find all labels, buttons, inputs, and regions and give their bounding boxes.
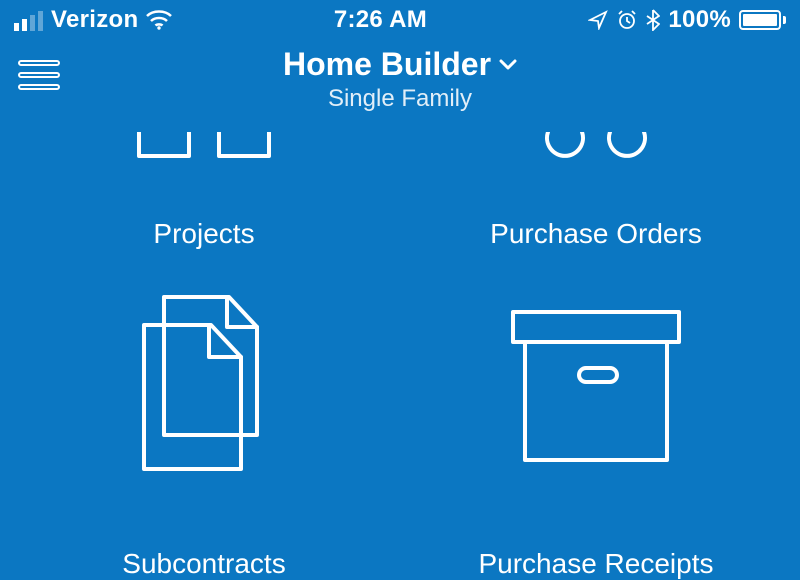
- battery-icon: [739, 10, 786, 30]
- project-selector[interactable]: Home Builder: [283, 46, 517, 83]
- location-icon: [588, 10, 608, 30]
- chevron-down-icon: [499, 59, 517, 71]
- tile-purchase-receipts[interactable]: Purchase Receipts: [400, 250, 792, 580]
- wifi-icon: [146, 10, 172, 30]
- bluetooth-icon: [646, 9, 660, 31]
- tile-projects[interactable]: Projects: [8, 130, 400, 250]
- project-subtitle: Single Family: [60, 85, 740, 113]
- carrier-label: Verizon: [51, 6, 138, 34]
- tile-purchase-orders[interactable]: Purchase Orders: [400, 130, 792, 250]
- home-grid: Projects Purchase Orders Subcontracts: [0, 130, 800, 580]
- tile-label: Projects: [153, 218, 254, 250]
- handcuffs-icon: [400, 130, 792, 204]
- clock-label: 7:26 AM: [172, 6, 588, 34]
- app-title: Home Builder: [283, 46, 491, 83]
- archive-box-icon: [400, 250, 792, 520]
- documents-icon: [8, 250, 400, 520]
- status-bar: Verizon 7:26 AM 100%: [0, 0, 800, 40]
- battery-pct-label: 100%: [668, 6, 731, 34]
- tile-label: Purchase Receipts: [478, 548, 713, 580]
- folder-icon: [8, 130, 400, 204]
- tile-subcontracts[interactable]: Subcontracts: [8, 250, 400, 580]
- cell-signal-icon: [14, 9, 43, 31]
- tile-label: Subcontracts: [122, 548, 285, 580]
- menu-button[interactable]: [18, 60, 60, 90]
- nav-header: Home Builder Single Family: [0, 40, 800, 130]
- tile-label: Purchase Orders: [490, 218, 702, 250]
- alarm-icon: [616, 9, 638, 31]
